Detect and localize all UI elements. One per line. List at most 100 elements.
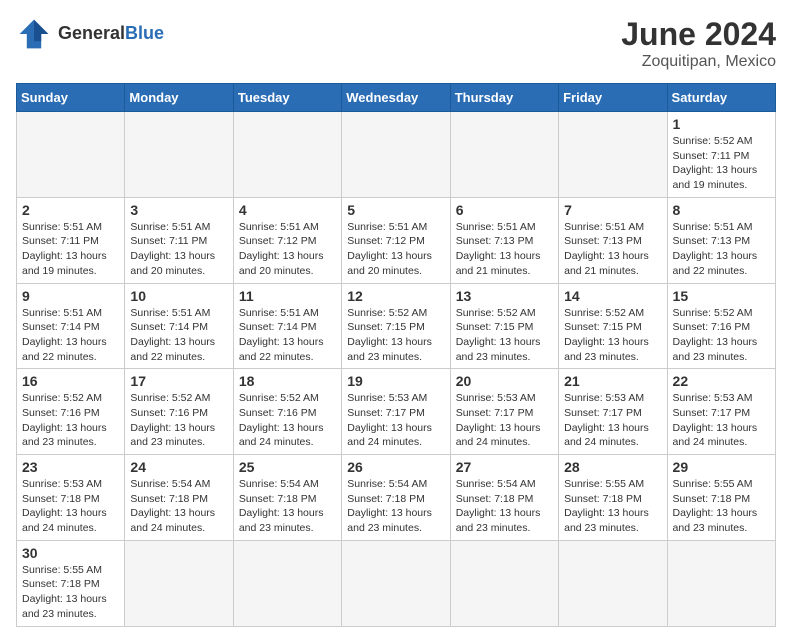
day-of-week-header: Friday <box>559 84 667 112</box>
day-number: 27 <box>456 459 553 475</box>
calendar-day-cell: 4 Sunrise: 5:51 AMSunset: 7:12 PMDaylight… <box>233 197 341 283</box>
calendar-day-cell <box>233 112 341 198</box>
calendar-day-cell: 13 Sunrise: 5:52 AMSunset: 7:15 PMDayligh… <box>450 283 558 369</box>
day-info: Sunrise: 5:55 AMSunset: 7:18 PMDaylight:… <box>564 477 661 536</box>
calendar-day-cell <box>450 540 558 626</box>
day-number: 16 <box>22 373 119 389</box>
day-number: 2 <box>22 202 119 218</box>
day-info: Sunrise: 5:51 AMSunset: 7:12 PMDaylight:… <box>347 220 444 279</box>
day-number: 17 <box>130 373 227 389</box>
day-of-week-header: Wednesday <box>342 84 450 112</box>
day-of-week-header: Sunday <box>17 84 125 112</box>
day-info: Sunrise: 5:53 AMSunset: 7:17 PMDaylight:… <box>347 391 444 450</box>
calendar-day-cell <box>559 112 667 198</box>
day-number: 10 <box>130 288 227 304</box>
day-number: 1 <box>673 116 770 132</box>
day-info: Sunrise: 5:53 AMSunset: 7:17 PMDaylight:… <box>673 391 770 450</box>
day-number: 22 <box>673 373 770 389</box>
day-info: Sunrise: 5:54 AMSunset: 7:18 PMDaylight:… <box>456 477 553 536</box>
day-number: 30 <box>22 545 119 561</box>
day-info: Sunrise: 5:52 AMSunset: 7:16 PMDaylight:… <box>239 391 336 450</box>
day-info: Sunrise: 5:51 AMSunset: 7:14 PMDaylight:… <box>130 306 227 365</box>
day-number: 24 <box>130 459 227 475</box>
day-info: Sunrise: 5:51 AMSunset: 7:12 PMDaylight:… <box>239 220 336 279</box>
calendar-day-cell <box>125 112 233 198</box>
day-of-week-header: Tuesday <box>233 84 341 112</box>
calendar-day-cell: 28 Sunrise: 5:55 AMSunset: 7:18 PMDayligh… <box>559 455 667 541</box>
calendar-table: SundayMondayTuesdayWednesdayThursdayFrid… <box>16 83 776 627</box>
calendar-day-cell: 9 Sunrise: 5:51 AMSunset: 7:14 PMDaylight… <box>17 283 125 369</box>
day-info: Sunrise: 5:51 AMSunset: 7:13 PMDaylight:… <box>564 220 661 279</box>
day-number: 28 <box>564 459 661 475</box>
day-info: Sunrise: 5:52 AMSunset: 7:15 PMDaylight:… <box>564 306 661 365</box>
day-info: Sunrise: 5:51 AMSunset: 7:13 PMDaylight:… <box>456 220 553 279</box>
day-info: Sunrise: 5:53 AMSunset: 7:17 PMDaylight:… <box>456 391 553 450</box>
logo-text: GeneralBlue <box>58 24 164 44</box>
day-info: Sunrise: 5:51 AMSunset: 7:11 PMDaylight:… <box>22 220 119 279</box>
day-number: 9 <box>22 288 119 304</box>
day-info: Sunrise: 5:51 AMSunset: 7:13 PMDaylight:… <box>673 220 770 279</box>
calendar-day-cell: 30 Sunrise: 5:55 AMSunset: 7:18 PMDayligh… <box>17 540 125 626</box>
day-number: 18 <box>239 373 336 389</box>
day-info: Sunrise: 5:52 AMSunset: 7:15 PMDaylight:… <box>347 306 444 365</box>
day-info: Sunrise: 5:52 AMSunset: 7:11 PMDaylight:… <box>673 134 770 193</box>
calendar-day-cell: 23Sunrise: 5:53 AMSunset: 7:18 PMDayligh… <box>17 455 125 541</box>
day-info: Sunrise: 5:52 AMSunset: 7:16 PMDaylight:… <box>130 391 227 450</box>
calendar-day-cell: 2 Sunrise: 5:51 AMSunset: 7:11 PMDaylight… <box>17 197 125 283</box>
day-info: Sunrise: 5:55 AMSunset: 7:18 PMDaylight:… <box>673 477 770 536</box>
day-number: 15 <box>673 288 770 304</box>
calendar-day-cell: 21Sunrise: 5:53 AMSunset: 7:17 PMDayligh… <box>559 369 667 455</box>
calendar-day-cell <box>125 540 233 626</box>
day-info: Sunrise: 5:55 AMSunset: 7:18 PMDaylight:… <box>22 563 119 622</box>
day-number: 14 <box>564 288 661 304</box>
calendar-day-cell: 11Sunrise: 5:51 AMSunset: 7:14 PMDayligh… <box>233 283 341 369</box>
calendar-day-cell: 24 Sunrise: 5:54 AMSunset: 7:18 PMDayligh… <box>125 455 233 541</box>
calendar-day-cell: 27 Sunrise: 5:54 AMSunset: 7:18 PMDayligh… <box>450 455 558 541</box>
day-info: Sunrise: 5:54 AMSunset: 7:18 PMDaylight:… <box>239 477 336 536</box>
day-number: 12 <box>347 288 444 304</box>
calendar-day-cell <box>667 540 775 626</box>
calendar-day-cell <box>233 540 341 626</box>
calendar-day-cell: 15 Sunrise: 5:52 AMSunset: 7:16 PMDayligh… <box>667 283 775 369</box>
calendar-day-cell: 25Sunrise: 5:54 AMSunset: 7:18 PMDayligh… <box>233 455 341 541</box>
day-info: Sunrise: 5:52 AMSunset: 7:16 PMDaylight:… <box>673 306 770 365</box>
title-section: June 2024 Zoquitipan, Mexico <box>621 16 776 71</box>
calendar-day-cell: 26 Sunrise: 5:54 AMSunset: 7:18 PMDayligh… <box>342 455 450 541</box>
day-info: Sunrise: 5:51 AMSunset: 7:14 PMDaylight:… <box>22 306 119 365</box>
calendar-day-cell: 7 Sunrise: 5:51 AMSunset: 7:13 PMDaylight… <box>559 197 667 283</box>
day-number: 13 <box>456 288 553 304</box>
day-info: Sunrise: 5:51 AMSunset: 7:14 PMDaylight:… <box>239 306 336 365</box>
calendar-day-cell: 8 Sunrise: 5:51 AMSunset: 7:13 PMDaylight… <box>667 197 775 283</box>
calendar-day-cell <box>450 112 558 198</box>
day-number: 5 <box>347 202 444 218</box>
day-info: Sunrise: 5:53 AMSunset: 7:18 PMDaylight:… <box>22 477 119 536</box>
day-number: 4 <box>239 202 336 218</box>
calendar-day-cell: 20Sunrise: 5:53 AMSunset: 7:17 PMDayligh… <box>450 369 558 455</box>
day-info: Sunrise: 5:52 AMSunset: 7:15 PMDaylight:… <box>456 306 553 365</box>
calendar-day-cell: 19 Sunrise: 5:53 AMSunset: 7:17 PMDayligh… <box>342 369 450 455</box>
calendar-day-cell: 29 Sunrise: 5:55 AMSunset: 7:18 PMDayligh… <box>667 455 775 541</box>
location-title: Zoquitipan, Mexico <box>621 53 776 71</box>
day-number: 3 <box>130 202 227 218</box>
day-number: 7 <box>564 202 661 218</box>
page-header: GeneralBlue June 2024 Zoquitipan, Mexico <box>16 16 776 71</box>
calendar-day-cell: 12 Sunrise: 5:52 AMSunset: 7:15 PMDayligh… <box>342 283 450 369</box>
day-number: 26 <box>347 459 444 475</box>
day-info: Sunrise: 5:54 AMSunset: 7:18 PMDaylight:… <box>347 477 444 536</box>
calendar-day-cell <box>559 540 667 626</box>
day-of-week-header: Monday <box>125 84 233 112</box>
day-number: 8 <box>673 202 770 218</box>
day-number: 29 <box>673 459 770 475</box>
calendar-day-cell <box>342 112 450 198</box>
calendar-week-row: 16 Sunrise: 5:52 AMSunset: 7:16 PMDayligh… <box>17 369 776 455</box>
calendar-day-cell: 3 Sunrise: 5:51 AMSunset: 7:11 PMDaylight… <box>125 197 233 283</box>
calendar-day-cell: 10 Sunrise: 5:51 AMSunset: 7:14 PMDayligh… <box>125 283 233 369</box>
day-info: Sunrise: 5:54 AMSunset: 7:18 PMDaylight:… <box>130 477 227 536</box>
calendar-day-cell: 1 Sunrise: 5:52 AMSunset: 7:11 PMDaylight… <box>667 112 775 198</box>
calendar-week-row: 23Sunrise: 5:53 AMSunset: 7:18 PMDayligh… <box>17 455 776 541</box>
day-info: Sunrise: 5:53 AMSunset: 7:17 PMDaylight:… <box>564 391 661 450</box>
day-info: Sunrise: 5:51 AMSunset: 7:11 PMDaylight:… <box>130 220 227 279</box>
calendar-day-cell: 6Sunrise: 5:51 AMSunset: 7:13 PMDaylight… <box>450 197 558 283</box>
day-number: 19 <box>347 373 444 389</box>
calendar-day-cell <box>342 540 450 626</box>
